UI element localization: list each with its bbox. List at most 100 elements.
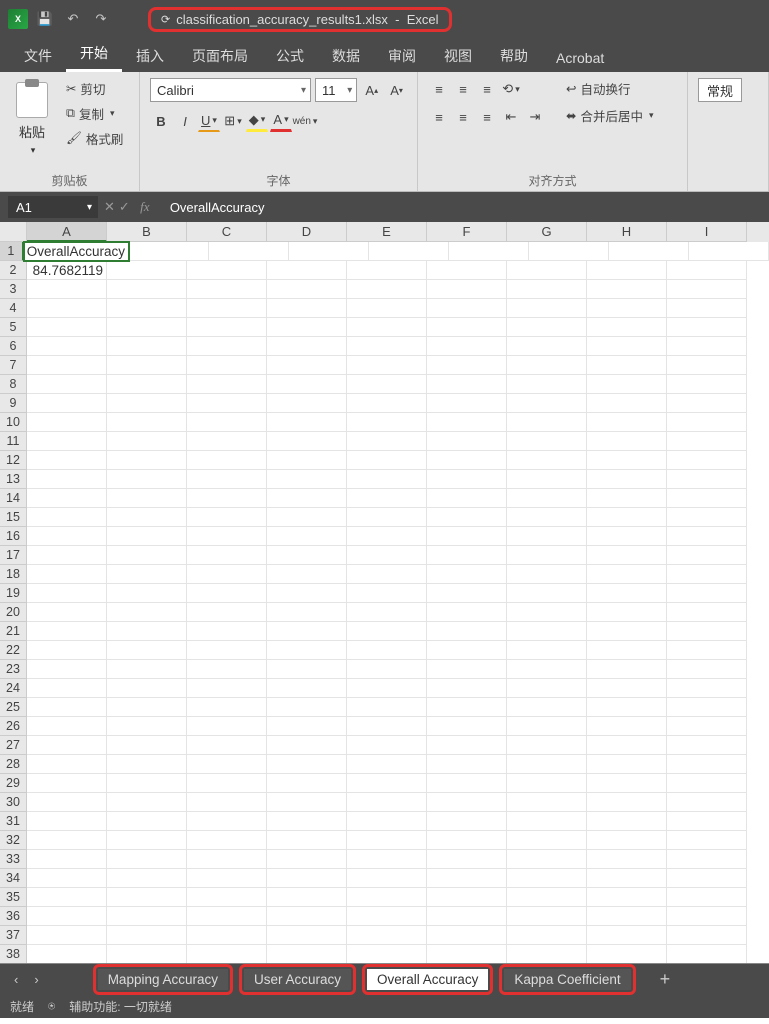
indent-decrease-button[interactable]: ⇤ bbox=[500, 106, 522, 128]
cell[interactable] bbox=[267, 584, 347, 603]
cell[interactable] bbox=[347, 603, 427, 622]
cell[interactable] bbox=[267, 622, 347, 641]
cell[interactable] bbox=[107, 356, 187, 375]
cell[interactable] bbox=[187, 660, 267, 679]
cell[interactable] bbox=[187, 375, 267, 394]
save-icon[interactable]: 💾 bbox=[34, 8, 56, 30]
phonetic-button[interactable]: wén▾ bbox=[294, 110, 316, 132]
cell[interactable] bbox=[587, 356, 667, 375]
row-header[interactable]: 21 bbox=[0, 622, 27, 641]
cell[interactable] bbox=[27, 812, 107, 831]
sheet-tab[interactable]: Kappa Coefficient bbox=[504, 969, 630, 990]
cell[interactable] bbox=[587, 622, 667, 641]
cell[interactable] bbox=[187, 679, 267, 698]
cell[interactable] bbox=[347, 907, 427, 926]
cell[interactable] bbox=[267, 717, 347, 736]
cell[interactable] bbox=[427, 926, 507, 945]
cell[interactable] bbox=[347, 812, 427, 831]
decrease-font-button[interactable]: A▾ bbox=[386, 79, 407, 101]
cell[interactable] bbox=[267, 945, 347, 964]
cell[interactable] bbox=[667, 318, 747, 337]
cell[interactable] bbox=[347, 584, 427, 603]
menu-tab-9[interactable]: Acrobat bbox=[542, 44, 618, 72]
cell[interactable] bbox=[267, 280, 347, 299]
cell[interactable] bbox=[667, 755, 747, 774]
cell[interactable] bbox=[427, 413, 507, 432]
cell[interactable] bbox=[267, 831, 347, 850]
cell[interactable] bbox=[667, 717, 747, 736]
cell[interactable] bbox=[27, 318, 107, 337]
add-sheet-button[interactable]: + bbox=[650, 969, 681, 990]
cell[interactable] bbox=[667, 698, 747, 717]
cell[interactable] bbox=[427, 679, 507, 698]
cell[interactable] bbox=[667, 451, 747, 470]
cell[interactable] bbox=[107, 565, 187, 584]
cell[interactable] bbox=[587, 546, 667, 565]
cell[interactable] bbox=[427, 375, 507, 394]
cell[interactable] bbox=[587, 888, 667, 907]
cell[interactable] bbox=[27, 907, 107, 926]
cell[interactable] bbox=[427, 793, 507, 812]
row-header[interactable]: 11 bbox=[0, 432, 27, 451]
cell[interactable] bbox=[507, 850, 587, 869]
cell[interactable] bbox=[347, 717, 427, 736]
cell[interactable] bbox=[107, 622, 187, 641]
cell[interactable] bbox=[507, 261, 587, 280]
column-header[interactable]: D bbox=[267, 222, 347, 242]
cell[interactable] bbox=[27, 603, 107, 622]
cell[interactable] bbox=[587, 869, 667, 888]
cell[interactable] bbox=[187, 907, 267, 926]
cell[interactable] bbox=[667, 926, 747, 945]
cell[interactable] bbox=[667, 280, 747, 299]
cell[interactable] bbox=[667, 774, 747, 793]
cell[interactable] bbox=[587, 299, 667, 318]
cell[interactable] bbox=[27, 299, 107, 318]
cell[interactable] bbox=[587, 451, 667, 470]
cell[interactable] bbox=[587, 698, 667, 717]
cell[interactable] bbox=[187, 869, 267, 888]
format-painter-button[interactable]: 🖌格式刷 bbox=[62, 128, 127, 149]
menu-tab-4[interactable]: 公式 bbox=[262, 40, 318, 72]
cell[interactable] bbox=[267, 489, 347, 508]
cell[interactable] bbox=[427, 489, 507, 508]
cell[interactable] bbox=[507, 470, 587, 489]
row-header[interactable]: 22 bbox=[0, 641, 27, 660]
cell[interactable] bbox=[187, 413, 267, 432]
cell[interactable] bbox=[587, 527, 667, 546]
column-header[interactable]: A bbox=[27, 222, 107, 242]
row-header[interactable]: 19 bbox=[0, 584, 27, 603]
cell[interactable] bbox=[347, 888, 427, 907]
cell[interactable] bbox=[587, 755, 667, 774]
cell[interactable] bbox=[507, 660, 587, 679]
cell[interactable] bbox=[667, 489, 747, 508]
cell[interactable] bbox=[347, 774, 427, 793]
column-header[interactable]: F bbox=[427, 222, 507, 242]
cell[interactable] bbox=[667, 356, 747, 375]
cell[interactable] bbox=[667, 945, 747, 964]
merge-center-button[interactable]: ⬌合并后居中▾ bbox=[562, 105, 658, 126]
cell[interactable] bbox=[129, 242, 209, 261]
cell[interactable] bbox=[347, 945, 427, 964]
cell[interactable] bbox=[347, 413, 427, 432]
align-bottom-button[interactable]: ≡ bbox=[476, 78, 498, 100]
cell[interactable] bbox=[27, 280, 107, 299]
redo-icon[interactable]: ↷ bbox=[90, 8, 112, 30]
cell[interactable] bbox=[427, 603, 507, 622]
undo-icon[interactable]: ↶ bbox=[62, 8, 84, 30]
cell[interactable] bbox=[27, 945, 107, 964]
cell[interactable] bbox=[187, 299, 267, 318]
cell[interactable] bbox=[427, 774, 507, 793]
cell[interactable] bbox=[107, 261, 187, 280]
cell[interactable] bbox=[107, 850, 187, 869]
cell[interactable] bbox=[667, 869, 747, 888]
row-header[interactable]: 7 bbox=[0, 356, 27, 375]
cell[interactable] bbox=[427, 945, 507, 964]
cell[interactable] bbox=[267, 451, 347, 470]
cell[interactable] bbox=[427, 470, 507, 489]
cell[interactable] bbox=[107, 698, 187, 717]
cell[interactable] bbox=[107, 584, 187, 603]
sheet-tab[interactable]: User Accuracy bbox=[244, 969, 351, 990]
cell[interactable] bbox=[267, 850, 347, 869]
cell[interactable] bbox=[347, 527, 427, 546]
fill-color-button[interactable]: ◆▾ bbox=[246, 110, 268, 132]
